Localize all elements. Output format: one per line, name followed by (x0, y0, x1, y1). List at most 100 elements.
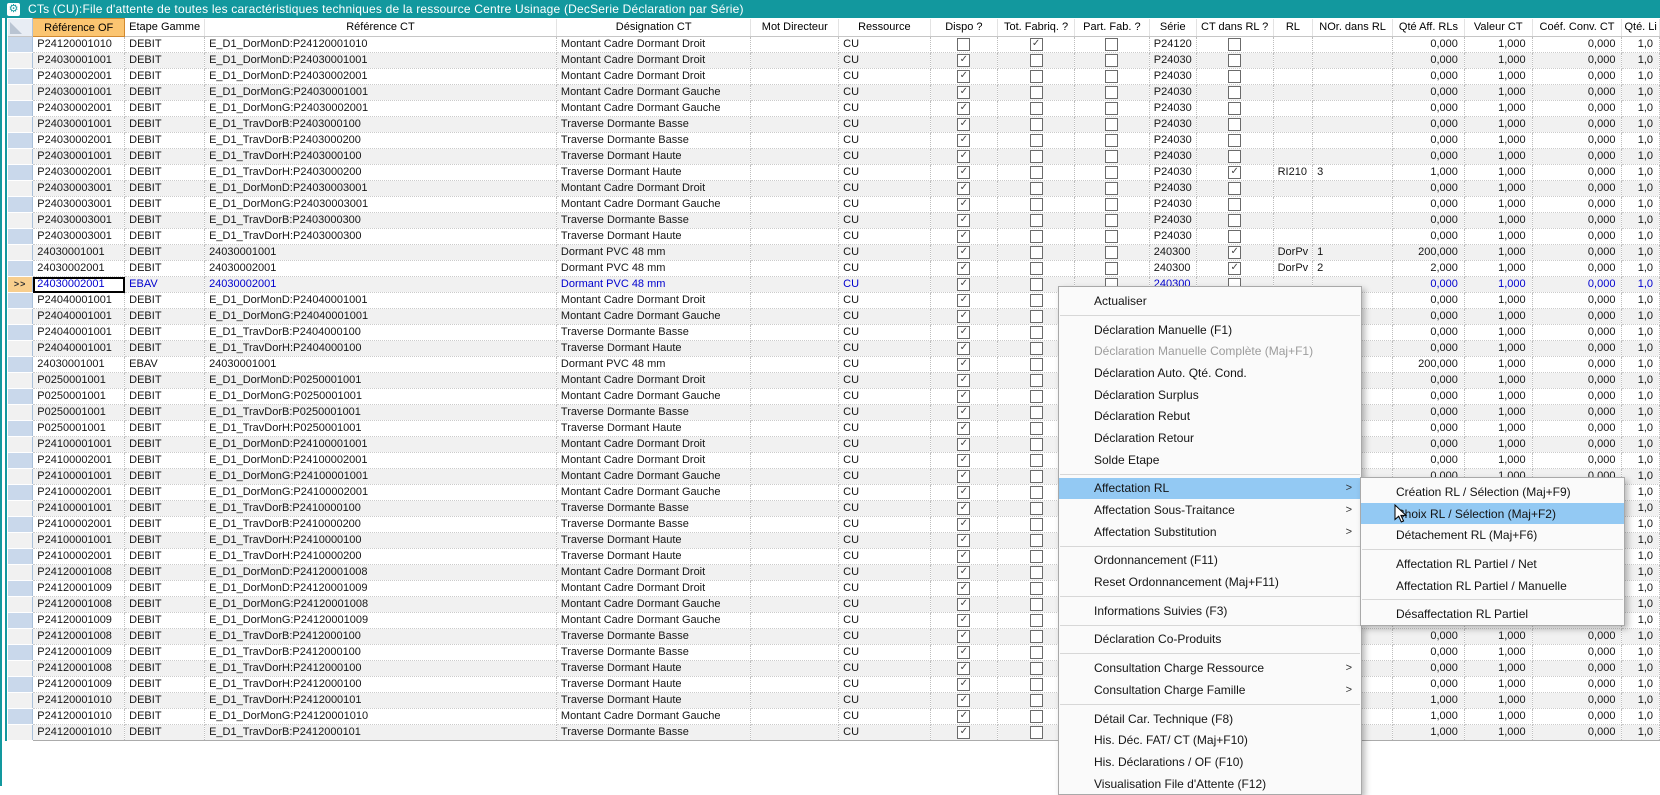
col-header-etape_gamme[interactable]: Etape Gamme (125, 19, 205, 37)
cell-etape-gamme[interactable]: DEBIT (125, 565, 205, 581)
menu-item[interactable]: Déclaration Co-Produits (1059, 629, 1361, 651)
cell-etape-gamme[interactable]: DEBIT (125, 549, 205, 565)
cell-designation-ct[interactable]: Montant Cadre Dormant Gauche (556, 197, 751, 213)
cell-reference-ct[interactable]: E_D1_DorMonD:P24030001001 (205, 53, 557, 69)
cell-mot-directeur[interactable] (751, 133, 839, 149)
menu-item[interactable]: His. Déc. FAT/ CT (Maj+F10) (1059, 729, 1361, 751)
tot-fabriq-checkbox[interactable] (1030, 438, 1043, 451)
tot-fabriq-checkbox[interactable] (1030, 390, 1043, 403)
cell-coef-conv-ct[interactable]: 0,000 (1532, 629, 1622, 645)
cell-designation-ct[interactable]: Dormant PVC 48 mm (556, 277, 751, 293)
cell-etape-gamme[interactable]: DEBIT (125, 597, 205, 613)
cell-qte-li[interactable]: 1,0 (1622, 565, 1660, 581)
dispo-checkbox[interactable]: ✓ (957, 134, 970, 147)
cell-etape-gamme[interactable]: DEBIT (125, 245, 205, 261)
cell-mot-directeur[interactable] (751, 309, 839, 325)
cell-reference-of[interactable]: P24120001009 (33, 613, 125, 629)
cell-reference-ct[interactable]: E_D1_TravDorH:P2403000300 (205, 229, 557, 245)
cell-etape-gamme[interactable]: DEBIT (125, 117, 205, 133)
cell-reference-ct[interactable]: E_D1_TravDorH:P2403000100 (205, 149, 557, 165)
cell-ressource[interactable]: CU (839, 549, 930, 565)
tot-fabriq-checkbox[interactable] (1030, 710, 1043, 723)
cell-mot-directeur[interactable] (751, 693, 839, 709)
cell-mot-directeur[interactable] (751, 661, 839, 677)
cell-coef-conv-ct[interactable]: 0,000 (1532, 165, 1622, 181)
cell-mot-directeur[interactable] (751, 181, 839, 197)
dispo-checkbox[interactable]: ✓ (957, 230, 970, 243)
cell-reference-of[interactable]: P24120001008 (33, 629, 125, 645)
tot-fabriq-checkbox[interactable] (1030, 54, 1043, 67)
cell-reference-ct[interactable]: E_D1_DorMonD:P24040001001 (205, 293, 557, 309)
cell-designation-ct[interactable]: Montant Cadre Dormant Gauche (556, 485, 751, 501)
cell-reference-of[interactable]: P24040001001 (33, 293, 125, 309)
cell-ressource[interactable]: CU (839, 101, 930, 117)
row-header[interactable] (8, 693, 33, 709)
row-header[interactable] (8, 389, 33, 405)
menu-item[interactable]: Visualisation File d'Attente (F12) (1059, 773, 1361, 795)
cell-valeur-ct[interactable]: 1,000 (1464, 325, 1532, 341)
tot-fabriq-checkbox[interactable] (1030, 662, 1043, 675)
cell-ressource[interactable]: CU (839, 85, 930, 101)
part-fab-checkbox[interactable] (1105, 54, 1118, 67)
tot-fabriq-checkbox[interactable] (1030, 182, 1043, 195)
table-row[interactable]: P24030003001DEBITE_D1_DorMonG:P240300030… (8, 197, 1660, 213)
cell-reference-of[interactable]: P24120001010 (33, 37, 125, 53)
dispo-checkbox[interactable] (957, 38, 970, 51)
cell-qte-li[interactable]: 1,0 (1622, 437, 1660, 453)
cell-serie[interactable]: P24030 (1149, 165, 1196, 181)
cell-valeur-ct[interactable]: 1,000 (1464, 389, 1532, 405)
cell-qte-aff-rls[interactable]: 0,000 (1393, 69, 1465, 85)
cell-designation-ct[interactable]: Traverse Dormant Haute (556, 693, 751, 709)
row-header[interactable] (8, 597, 33, 613)
cell-mot-directeur[interactable] (751, 293, 839, 309)
cell-qte-aff-rls[interactable]: 0,000 (1393, 437, 1465, 453)
cell-ressource[interactable]: CU (839, 229, 930, 245)
cell-qte-aff-rls[interactable]: 2,000 (1393, 261, 1465, 277)
cell-reference-ct[interactable]: E_D1_DorMonD:P24030002001 (205, 69, 557, 85)
tot-fabriq-checkbox[interactable] (1030, 198, 1043, 211)
cell-qte-aff-rls[interactable]: 1,000 (1393, 709, 1465, 725)
cell-coef-conv-ct[interactable]: 0,000 (1532, 53, 1622, 69)
cell-serie[interactable]: P24030 (1149, 213, 1196, 229)
cell-designation-ct[interactable]: Montant Cadre Dormant Gauche (556, 613, 751, 629)
tot-fabriq-checkbox[interactable] (1030, 486, 1043, 499)
cell-qte-aff-rls[interactable]: 0,000 (1393, 405, 1465, 421)
cell-coef-conv-ct[interactable]: 0,000 (1532, 101, 1622, 117)
cell-etape-gamme[interactable]: EBAV (125, 277, 205, 293)
tot-fabriq-checkbox[interactable] (1030, 70, 1043, 83)
cell-qte-li[interactable]: 1,0 (1622, 453, 1660, 469)
dispo-checkbox[interactable]: ✓ (957, 54, 970, 67)
cell-qte-li[interactable]: 1,0 (1622, 197, 1660, 213)
cell-valeur-ct[interactable]: 1,000 (1464, 437, 1532, 453)
cell-reference-of[interactable]: P0250001001 (33, 421, 125, 437)
cell-valeur-ct[interactable]: 1,000 (1464, 261, 1532, 277)
cell-qte-aff-rls[interactable]: 0,000 (1393, 325, 1465, 341)
row-header[interactable] (8, 437, 33, 453)
cell-reference-of[interactable]: P24120001009 (33, 645, 125, 661)
cell-ressource[interactable]: CU (839, 245, 930, 261)
menu-item[interactable]: Création RL / Sélection (Maj+F9) (1361, 481, 1624, 503)
row-header[interactable] (8, 181, 33, 197)
cell-valeur-ct[interactable]: 1,000 (1464, 213, 1532, 229)
table-row[interactable]: P24030001001DEBITE_D1_TravDorB:P24030001… (8, 117, 1660, 133)
cell-mot-directeur[interactable] (751, 149, 839, 165)
row-header[interactable] (8, 469, 33, 485)
cell-qte-aff-rls[interactable]: 0,000 (1393, 645, 1465, 661)
cell-designation-ct[interactable]: Dormant PVC 48 mm (556, 261, 751, 277)
cell-ressource[interactable]: CU (839, 501, 930, 517)
menu-item[interactable]: Désaffectation RL Partiel (1361, 603, 1624, 625)
cell-ressource[interactable]: CU (839, 293, 930, 309)
cell-etape-gamme[interactable]: DEBIT (125, 677, 205, 693)
cell-coef-conv-ct[interactable]: 0,000 (1532, 213, 1622, 229)
cell-qte-aff-rls[interactable]: 0,000 (1393, 373, 1465, 389)
cell-serie[interactable]: P24030 (1149, 117, 1196, 133)
cell-valeur-ct[interactable]: 1,000 (1464, 117, 1532, 133)
cell-reference-ct[interactable]: E_D1_DorMonG:P24120001008 (205, 597, 557, 613)
cell-qte-aff-rls[interactable]: 0,000 (1393, 53, 1465, 69)
cell-etape-gamme[interactable]: DEBIT (125, 325, 205, 341)
cell-qte-li[interactable]: 1,0 (1622, 117, 1660, 133)
menu-item[interactable]: Affectation RL Partiel / Manuelle (1361, 575, 1624, 597)
cell-qte-li[interactable]: 1,0 (1622, 165, 1660, 181)
menu-item[interactable]: Affectation RL Partiel / Net (1361, 553, 1624, 575)
cell-qte-aff-rls[interactable]: 0,000 (1393, 213, 1465, 229)
